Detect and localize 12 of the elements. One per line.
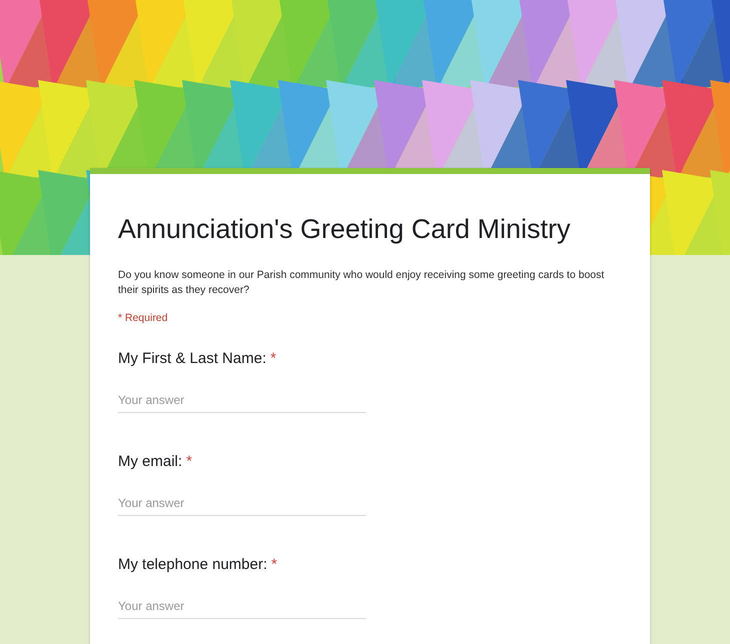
- form-title: Annunciation's Greeting Card Ministry: [118, 213, 572, 246]
- required-asterisk: *: [186, 453, 192, 470]
- required-asterisk: *: [271, 556, 278, 573]
- answer-field[interactable]: Your answer: [118, 492, 366, 516]
- question-label: My email:: [118, 453, 182, 470]
- answer-field[interactable]: Your answer: [118, 595, 366, 619]
- required-note: * Required: [118, 312, 169, 324]
- question-label: My telephone number:: [118, 556, 268, 573]
- question-label: My First & Last Name:: [118, 350, 266, 367]
- answer-field[interactable]: Your answer: [118, 389, 366, 413]
- required-asterisk: *: [270, 350, 276, 367]
- form-description: Do you know someone in our Parish community who would enjoy receiving some greeting cards to boost their spirits as they recover?: [118, 268, 606, 298]
